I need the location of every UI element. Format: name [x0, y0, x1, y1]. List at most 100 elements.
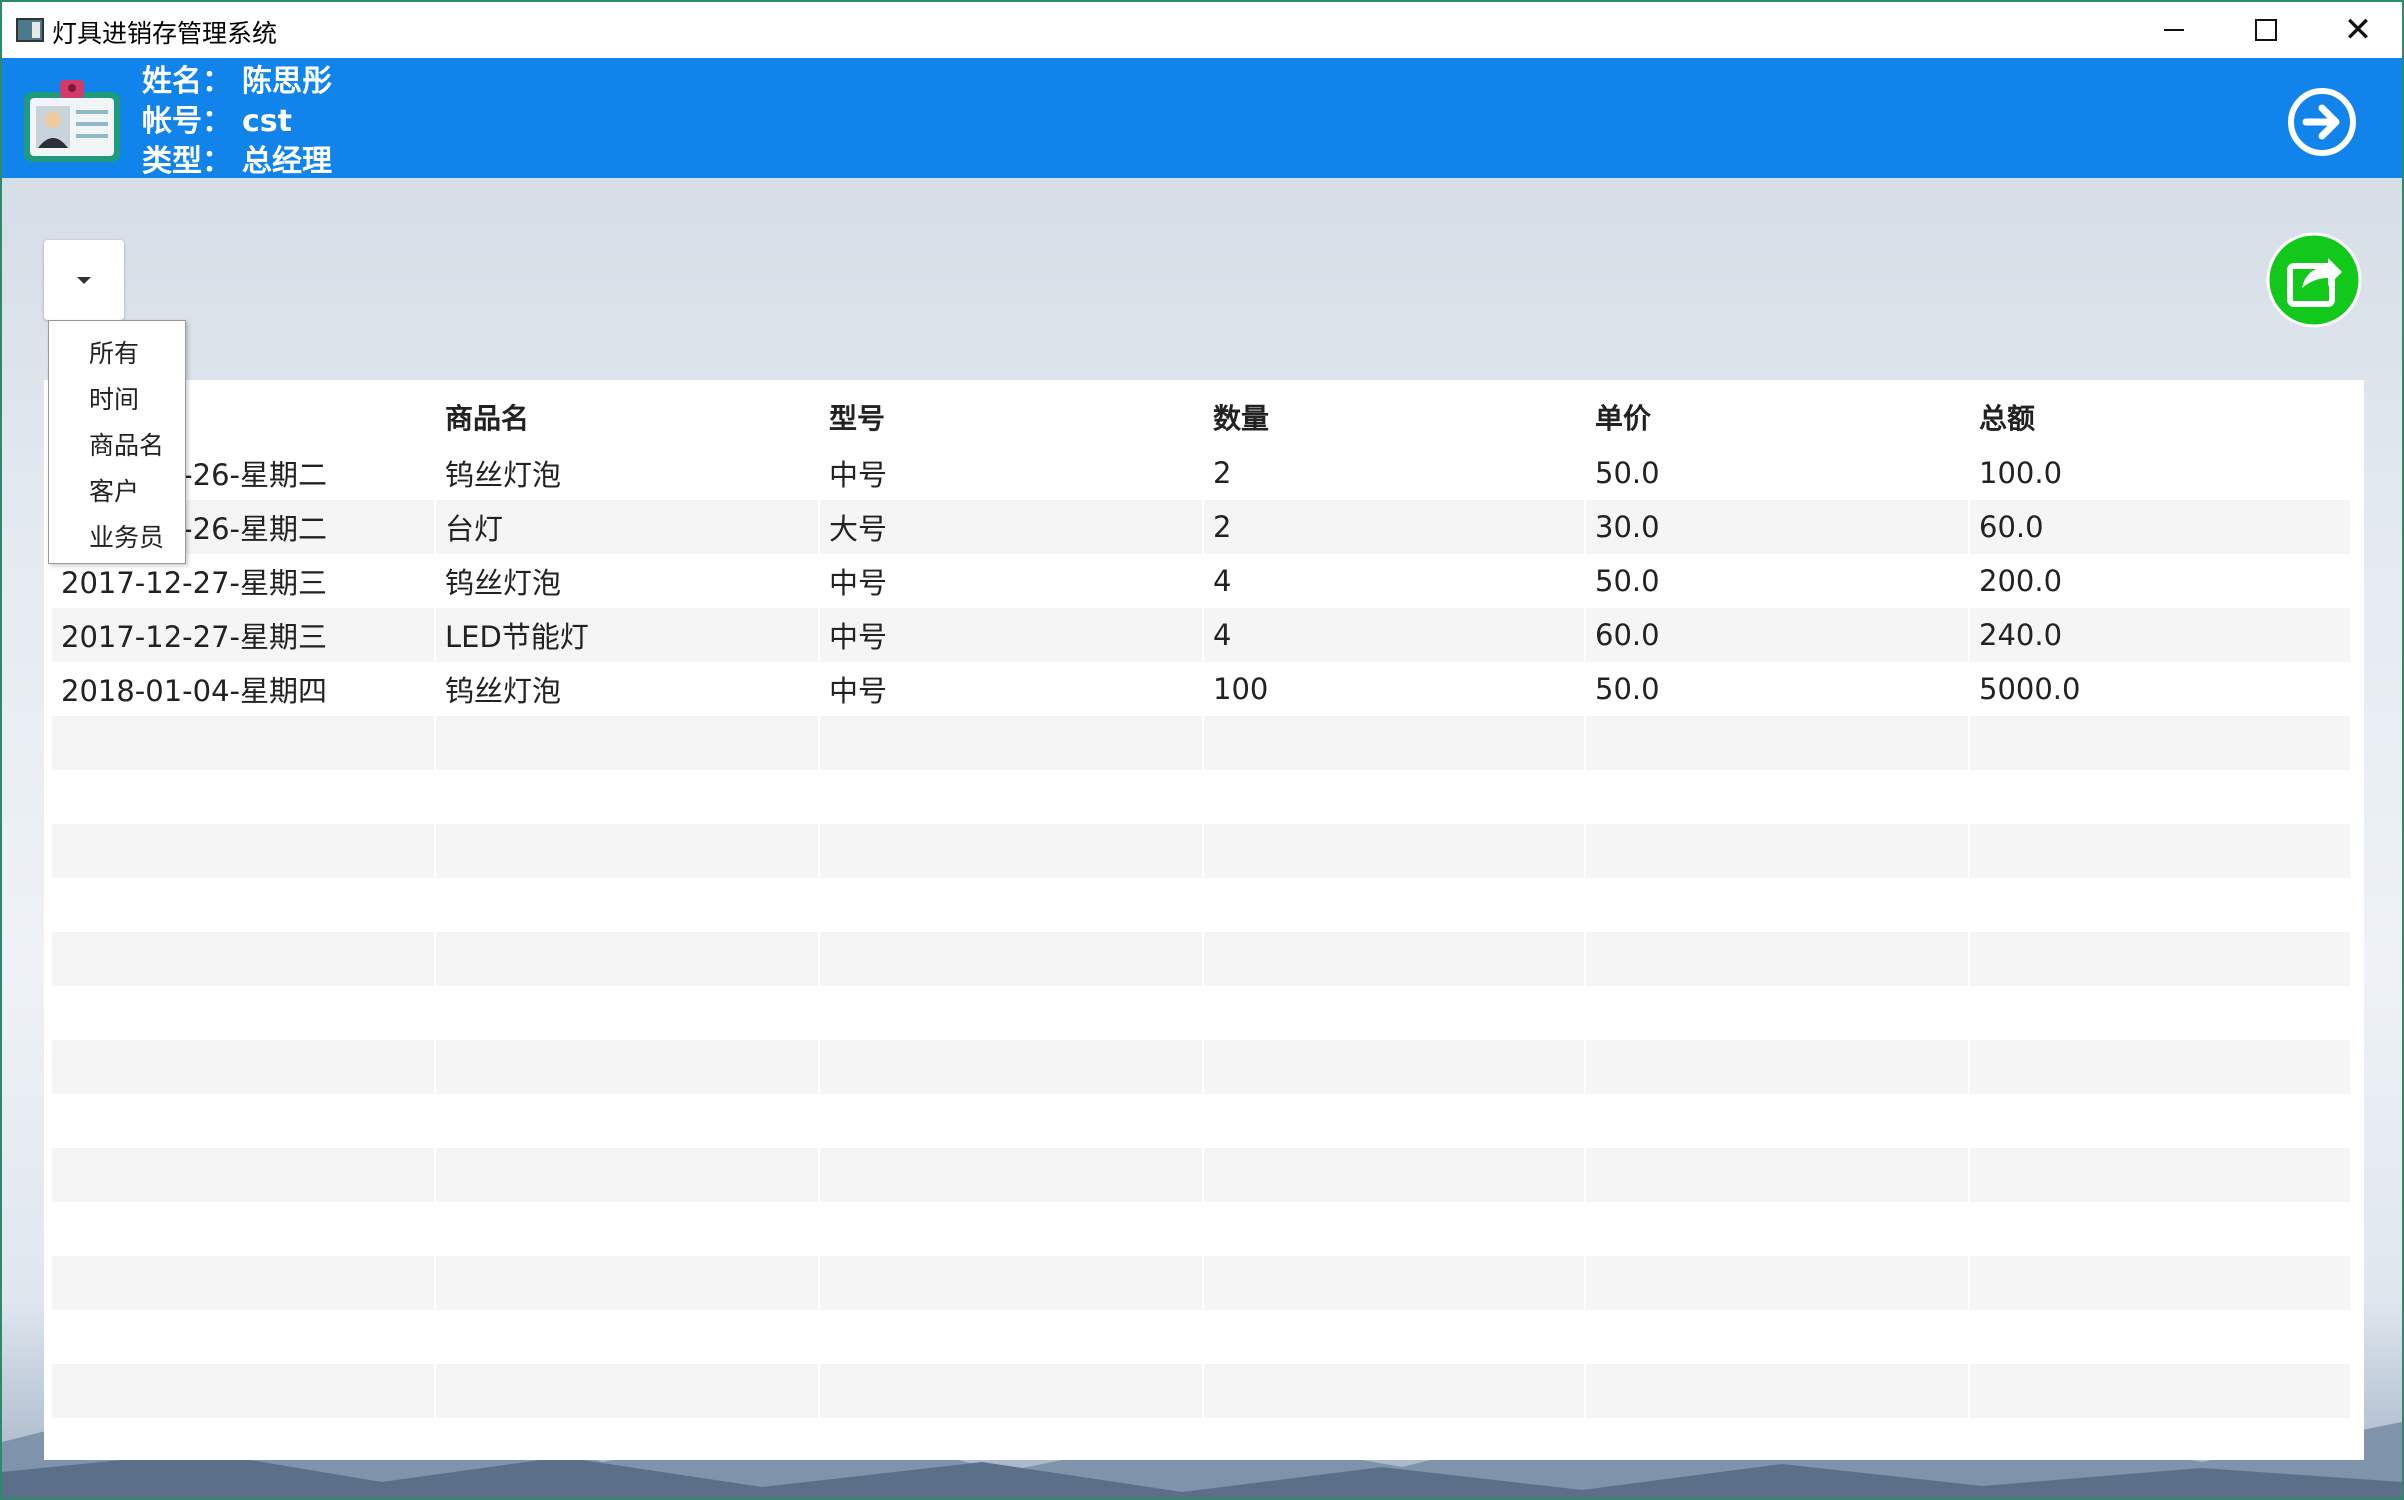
empty-table-row[interactable] [52, 932, 2352, 986]
cell-total [1970, 770, 2352, 824]
cell-product [436, 716, 820, 770]
empty-table-row[interactable] [52, 1256, 2352, 1310]
column-header-total[interactable]: 总额 [1970, 397, 2352, 437]
cell-unit-price [1586, 770, 1970, 824]
cell-model [820, 716, 1204, 770]
cell-quantity: 4 [1204, 554, 1586, 608]
maximize-button[interactable] [2220, 2, 2312, 58]
cell-product [436, 1094, 820, 1148]
cell-product [436, 1202, 820, 1256]
cell-product: 钨丝灯泡 [436, 662, 820, 716]
dropdown-option-salesperson[interactable]: 业务员 [49, 515, 185, 561]
user-name-row: 姓名： 陈思彤 [142, 62, 332, 102]
empty-table-row[interactable] [52, 716, 2352, 770]
logout-button[interactable] [2286, 86, 2358, 158]
records-table: 商品名 型号 数量 单价 总额 2017-12-26-星期二 钨丝灯泡 中号 2 50.… [52, 380, 2352, 1418]
cell-model [820, 1364, 1204, 1418]
empty-table-row[interactable] [52, 1148, 2352, 1202]
empty-table-row[interactable] [52, 770, 2352, 824]
cell-product: LED节能灯 [436, 608, 820, 662]
empty-table-row[interactable] [52, 1364, 2352, 1418]
table-row[interactable]: 2018-01-04-星期四 钨丝灯泡 中号 100 50.0 5000.0 [52, 662, 2352, 716]
table-header: 商品名 型号 数量 单价 总额 [52, 380, 2352, 446]
cell-model: 中号 [820, 554, 1204, 608]
cell-product [436, 1364, 820, 1418]
cell-unit-price [1586, 986, 1970, 1040]
empty-table-row[interactable] [52, 878, 2352, 932]
close-button[interactable]: ✕ [2312, 2, 2402, 58]
empty-table-row[interactable] [52, 1202, 2352, 1256]
cell-product [436, 824, 820, 878]
column-header-product[interactable]: 商品名 [436, 397, 820, 437]
cell-unit-price: 50.0 [1586, 662, 1970, 716]
cell-unit-price: 30.0 [1586, 500, 1970, 554]
cell-model [820, 770, 1204, 824]
cell-quantity [1204, 716, 1586, 770]
cell-quantity [1204, 1364, 1586, 1418]
dropdown-option-product[interactable]: 商品名 [49, 423, 185, 469]
cell-product [436, 1040, 820, 1094]
cell-date [52, 1040, 436, 1094]
cell-date: 2018-01-04-星期四 [52, 662, 436, 716]
maximize-icon [2255, 19, 2277, 41]
cell-product [436, 1148, 820, 1202]
empty-table-row[interactable] [52, 986, 2352, 1040]
records-panel: 商品名 型号 数量 单价 总额 2017-12-26-星期二 钨丝灯泡 中号 2 50.… [44, 380, 2364, 1460]
user-info: 姓名： 陈思彤 帐号： cst 类型： 总经理 [142, 62, 332, 182]
cell-product [436, 770, 820, 824]
column-header-unit-price[interactable]: 单价 [1586, 397, 1970, 437]
account-label: 帐号： [142, 104, 232, 139]
cell-product: 钨丝灯泡 [436, 446, 820, 500]
table-body: 2017-12-26-星期二 钨丝灯泡 中号 2 50.0 100.0 2017-12-26… [52, 446, 2352, 1418]
cell-total: 200.0 [1970, 554, 2352, 608]
cell-date: 2017-12-27-星期三 [52, 608, 436, 662]
table-row[interactable]: 2017-12-26-星期二 钨丝灯泡 中号 2 50.0 100.0 [52, 446, 2352, 500]
cell-date [52, 878, 436, 932]
empty-table-row[interactable] [52, 824, 2352, 878]
column-header-quantity[interactable]: 数量 [1204, 397, 1586, 437]
empty-table-row[interactable] [52, 1094, 2352, 1148]
table-row[interactable]: 2017-12-26-星期二 台灯 大号 2 30.0 60.0 [52, 500, 2352, 554]
cell-product [436, 986, 820, 1040]
table-row[interactable]: 2017-12-27-星期三 钨丝灯泡 中号 4 50.0 200.0 [52, 554, 2352, 608]
cell-total: 100.0 [1970, 446, 2352, 500]
filter-combobox[interactable] [44, 240, 124, 320]
cell-quantity: 4 [1204, 608, 1586, 662]
cell-quantity: 2 [1204, 446, 1586, 500]
cell-product: 钨丝灯泡 [436, 554, 820, 608]
cell-total [1970, 824, 2352, 878]
empty-table-row[interactable] [52, 1040, 2352, 1094]
cell-date [52, 1256, 436, 1310]
cell-total [1970, 1040, 2352, 1094]
cell-quantity [1204, 1202, 1586, 1256]
cell-unit-price [1586, 932, 1970, 986]
cell-quantity [1204, 770, 1586, 824]
cell-date [52, 716, 436, 770]
dropdown-option-customer[interactable]: 客户 [49, 469, 185, 515]
cell-total [1970, 1364, 2352, 1418]
table-row[interactable]: 2017-12-27-星期三 LED节能灯 中号 4 60.0 240.0 [52, 608, 2352, 662]
cell-unit-price [1586, 1148, 1970, 1202]
export-button[interactable] [2266, 232, 2362, 328]
cell-unit-price: 50.0 [1586, 554, 1970, 608]
dropdown-option-all[interactable]: 所有 [49, 331, 185, 377]
cell-model [820, 932, 1204, 986]
minimize-icon [2164, 29, 2184, 31]
cell-unit-price: 50.0 [1586, 446, 1970, 500]
name-label: 姓名： [142, 64, 232, 99]
cell-quantity [1204, 932, 1586, 986]
cell-date [52, 1202, 436, 1256]
minimize-button[interactable] [2128, 2, 2220, 58]
app-window: 灯具进销存管理系统 ✕ 姓名： 陈思彤 帐号： cst 类型： 总经理 商品名 … [0, 0, 2404, 1500]
cell-model [820, 1148, 1204, 1202]
cell-date [52, 1364, 436, 1418]
cell-quantity [1204, 824, 1586, 878]
empty-table-row[interactable] [52, 1310, 2352, 1364]
cell-unit-price [1586, 1364, 1970, 1418]
dropdown-option-time[interactable]: 时间 [49, 377, 185, 423]
cell-model [820, 824, 1204, 878]
cell-model [820, 1202, 1204, 1256]
cell-quantity [1204, 1094, 1586, 1148]
cell-quantity: 2 [1204, 500, 1586, 554]
column-header-model[interactable]: 型号 [820, 397, 1204, 437]
